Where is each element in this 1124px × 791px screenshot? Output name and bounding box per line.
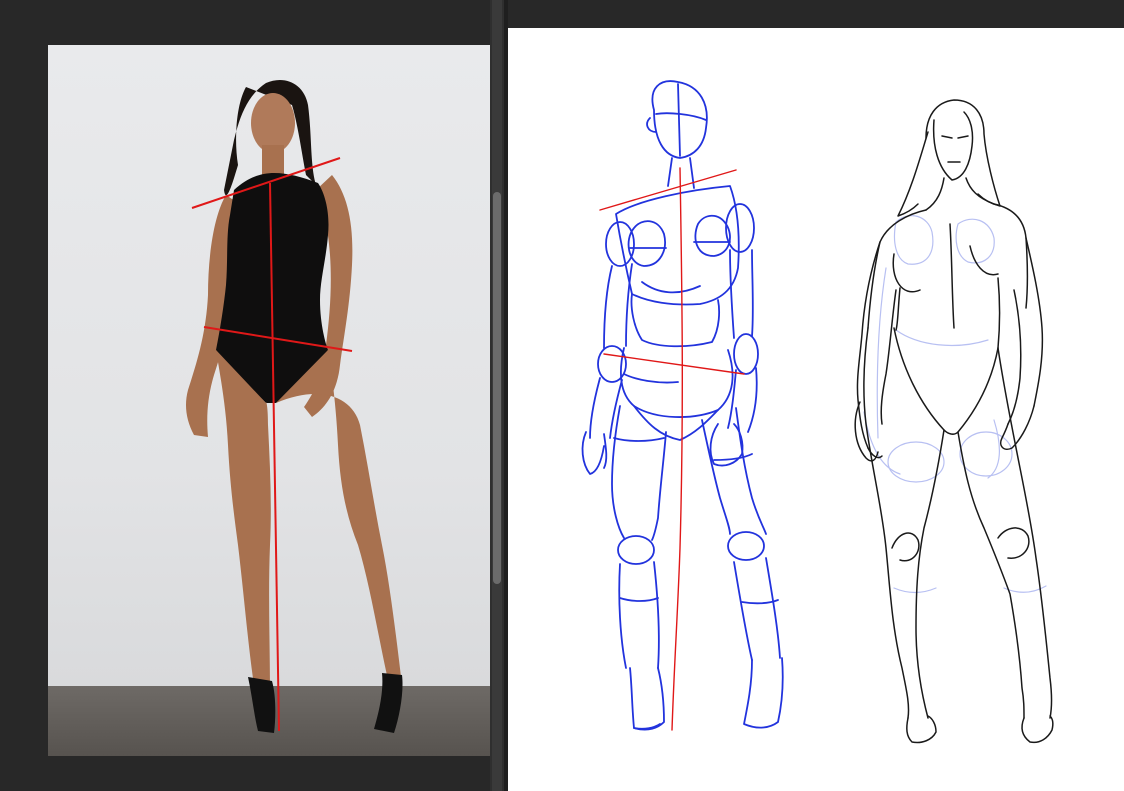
lineart-figure [854, 99, 1054, 744]
sketch-shoulder-line [599, 169, 737, 211]
figure-head [251, 93, 295, 153]
sketch-canvas[interactable] [508, 28, 1124, 791]
lineart-construction [863, 215, 1047, 594]
figure-neck [262, 145, 284, 175]
figure-right-leg [276, 350, 402, 685]
figure-left-leg [216, 350, 271, 695]
figure-right-shoe [374, 673, 403, 733]
sketch-drawing [581, 80, 1054, 744]
figure-left-shoe [248, 677, 276, 733]
reference-figure [186, 79, 403, 733]
scrollbar-thumb[interactable] [493, 192, 501, 584]
reference-canvas[interactable] [48, 45, 490, 756]
sketch-center-line [671, 167, 684, 731]
